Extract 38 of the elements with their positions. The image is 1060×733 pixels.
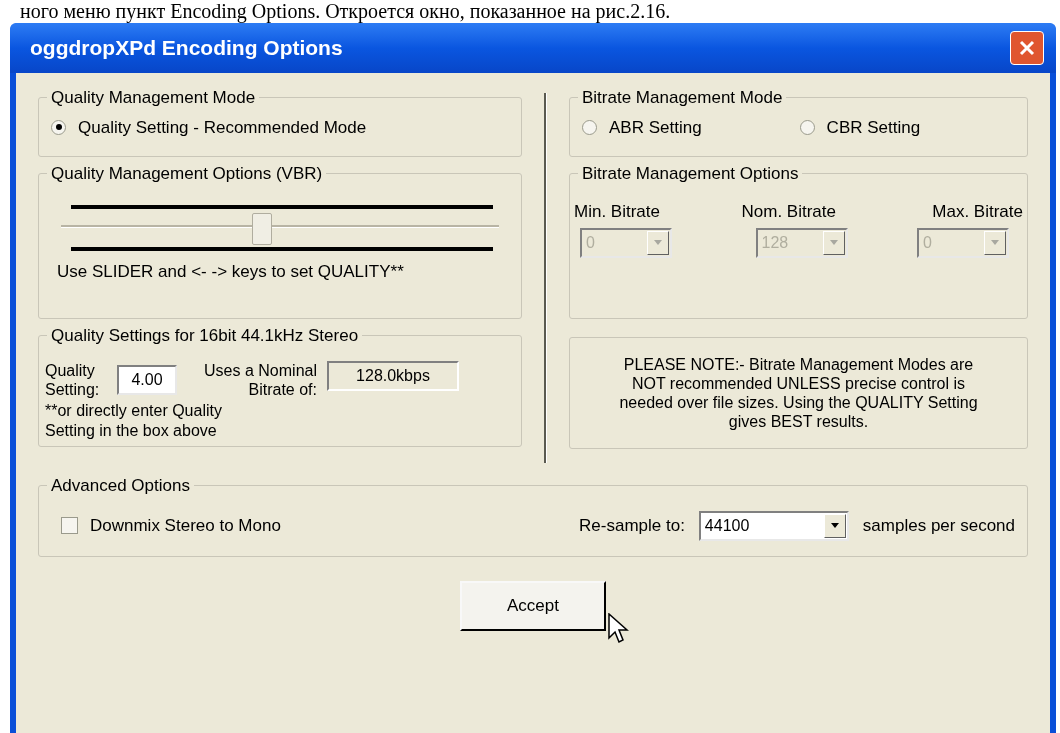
resample-suffix: samples per second (862, 514, 1015, 537)
window-title: oggdropXPd Encoding Options (30, 35, 343, 62)
checkbox-label: Downmix Stereo to Mono (90, 514, 281, 537)
bitrate-field-label: Min. Bitrate (574, 200, 660, 223)
radio-label: Quality Setting - Recommended Mode (78, 116, 367, 139)
radio-button[interactable] (582, 119, 597, 135)
note-text: PLEASE NOTE:- Bitrate Management Modes are NOT recommended UNLESS precise control is needed over file sizes. Using the QUALITY Setting gives BEST results. (618, 355, 979, 431)
radio-label: CBR Setting (826, 116, 921, 139)
close-button[interactable] (1010, 31, 1044, 65)
group-title: Quality Management Options (VBR) (50, 163, 324, 185)
caret-icon (823, 513, 846, 538)
slider-hint: Use SLIDER and <- -> keys to set QUALITY** (57, 260, 405, 283)
quality-note: **or directly enter Quality Setting in the box above (45, 400, 223, 441)
radio-label: ABR Setting (609, 116, 702, 139)
quality-input[interactable]: 4.00 (117, 364, 177, 395)
group-title: Bitrate Management Options (581, 163, 800, 185)
close-icon (1018, 39, 1036, 57)
bitrate-field-label: Nom. Bitrate (741, 200, 836, 223)
group-title: Quality Management Mode (50, 87, 257, 109)
checkbox[interactable] (61, 517, 78, 534)
caret-icon (647, 231, 669, 255)
group-title: Quality Settings for 16bit 44.1kHz Stereo (50, 325, 360, 347)
group-title: Bitrate Management Mode (581, 87, 784, 109)
bitrate-field-label: Max. Bitrate (932, 200, 1023, 223)
mouse-cursor-icon (608, 613, 630, 645)
group-title: Advanced Options (50, 475, 191, 497)
resample-label: Re-sample to: (579, 514, 685, 537)
quality-label: Quality Setting: (45, 360, 101, 399)
accept-button[interactable]: Accept (460, 581, 606, 631)
dropdown[interactable]: 44100 (698, 510, 849, 541)
bitrate-label: Uses a Nominal Bitrate of: (203, 360, 317, 399)
caption-text: ного меню пункт Encoding Options. Откроется окно, показанное на рис.2.16. (19, 0, 672, 23)
bitrate-readout: 128.0kbps (327, 360, 459, 391)
radio-button[interactable] (51, 119, 66, 135)
caret-icon (984, 231, 1006, 255)
radio-button[interactable] (799, 119, 815, 135)
quality-slider[interactable] (61, 204, 499, 251)
caret-icon (822, 231, 845, 255)
